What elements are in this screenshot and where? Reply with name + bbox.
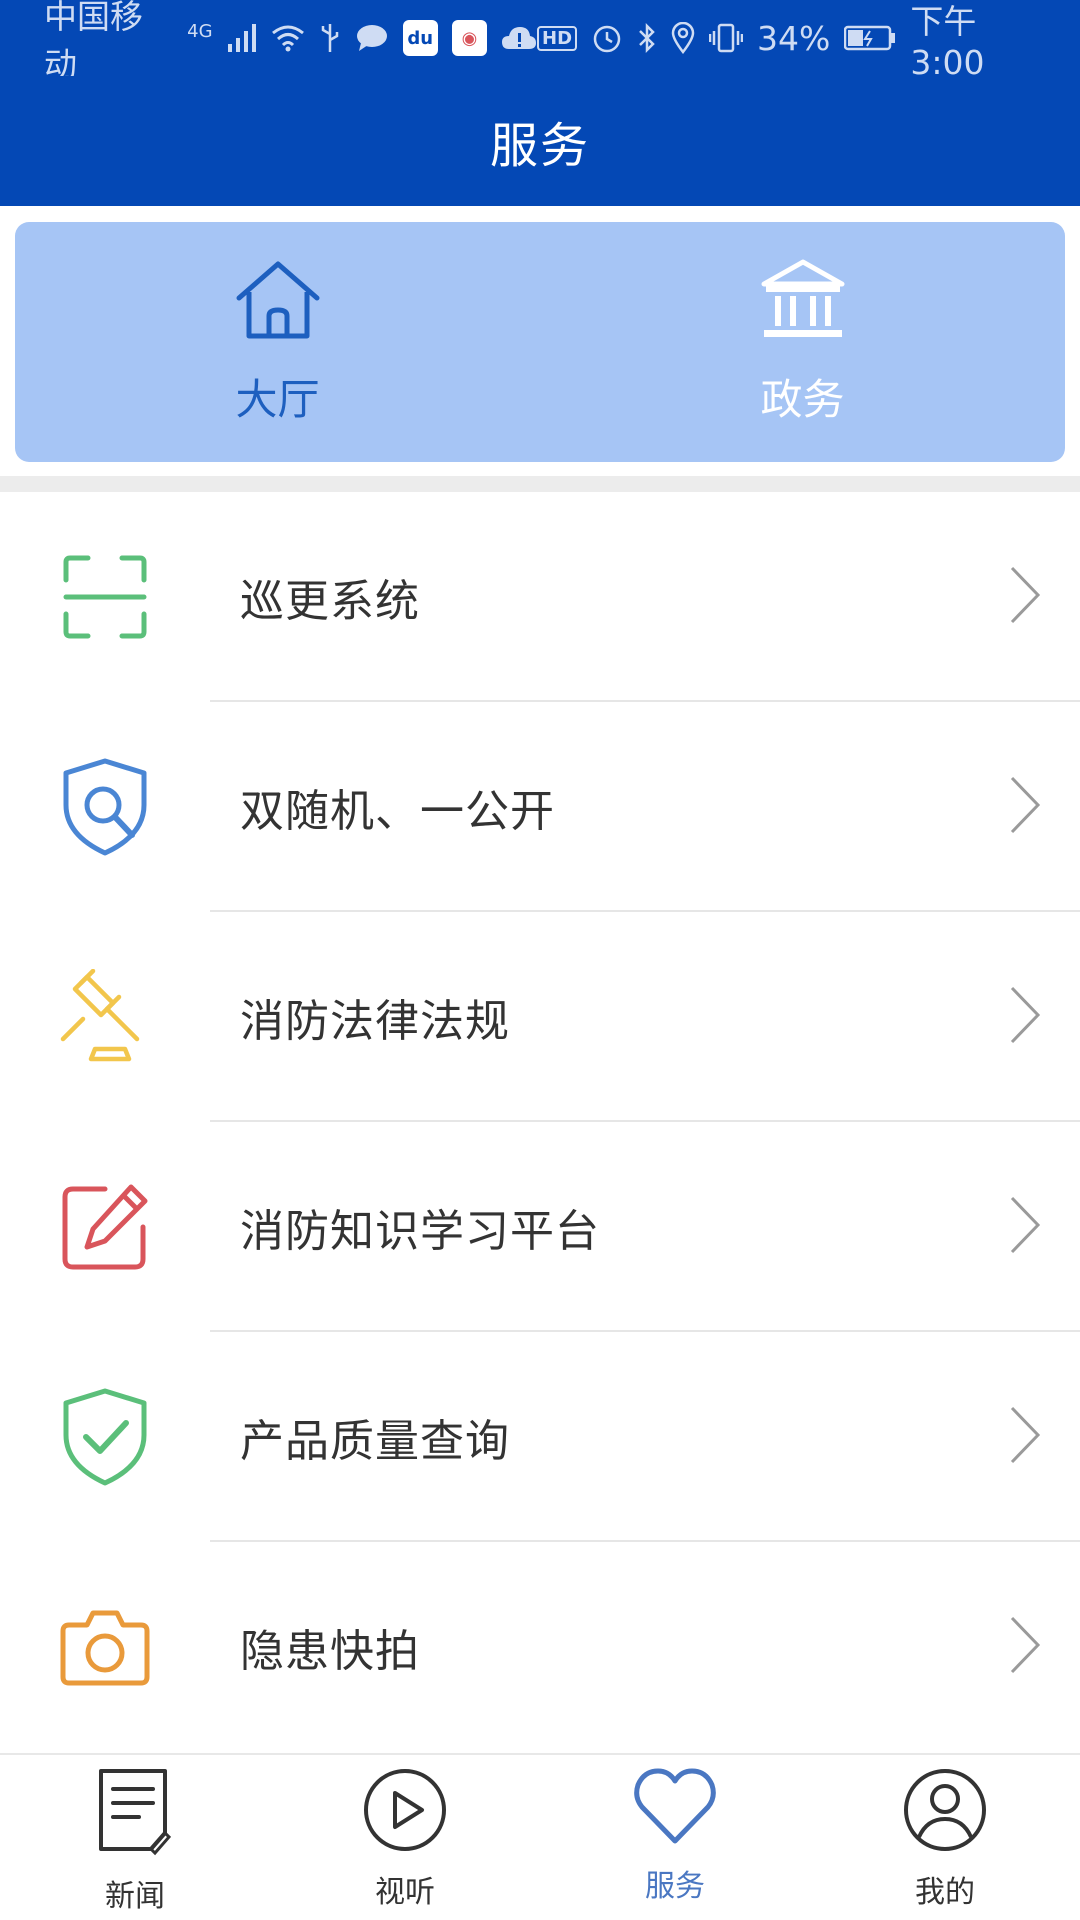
hd-badge: HD [537,25,578,51]
carrier-name: 中国移动 [44,0,143,84]
network-type: 4G [187,20,213,42]
tab-mine-label: 我的 [915,1875,975,1910]
location-icon [671,22,695,54]
cloud-icon [501,25,537,51]
tab-av[interactable]: 视听 [270,1755,540,1920]
menu-item-fire-learning[interactable]: 消防知识学习平台 [0,1122,1080,1332]
map-icon: ◉ [451,20,488,56]
profile-icon [902,1767,988,1861]
section-divider [0,476,1080,492]
wifi-icon [271,24,305,52]
gavel-icon [55,967,155,1067]
bottom-tab-bar: 新闻 视听 服务 我的 [0,1753,1080,1920]
chevron-right-icon [1008,564,1042,630]
menu-item-label: 消防法律法规 [240,996,510,1047]
edit-pencil-icon [55,1177,155,1277]
bluetooth-icon [637,22,657,54]
signal-icon [227,24,257,52]
menu-item-label: 双随机、一公开 [240,786,555,837]
segment-government[interactable]: 政务 [540,222,1065,462]
tab-service-label: 服务 [645,1869,705,1904]
menu-item-product-quality[interactable]: 产品质量查询 [0,1332,1080,1542]
clock-time: 下午3:00 [910,1,985,82]
scan-frame-icon [55,547,155,647]
government-building-icon [758,258,848,352]
chevron-right-icon [1008,774,1042,840]
menu-item-label: 产品质量查询 [240,1416,510,1467]
tab-news-label: 新闻 [105,1879,165,1914]
menu-item-double-random[interactable]: 双随机、一公开 [0,702,1080,912]
segment-government-label: 政务 [760,374,845,424]
battery-percent: 34% [757,18,831,58]
segment-card: 大厅 政务 [15,222,1065,462]
menu-item-label: 巡更系统 [240,576,420,627]
chevron-right-icon [1008,1194,1042,1260]
heart-icon [632,1767,718,1855]
page-title: 服务 [489,118,590,174]
tab-mine[interactable]: 我的 [810,1755,1080,1920]
menu-item-label: 隐患快拍 [240,1626,420,1677]
shield-check-icon [55,1387,155,1487]
tab-news[interactable]: 新闻 [0,1755,270,1920]
camera-icon [55,1597,155,1697]
service-list: 巡更系统 双随机、一公开 消防法律法规 消防知识学习平台 产品质量查询 隐患快拍 [0,492,1080,1752]
tab-av-label: 视听 [375,1875,435,1910]
shield-search-icon [55,757,155,857]
header-bar: 服务 [0,76,1080,206]
usb-icon [319,22,341,54]
tab-service[interactable]: 服务 [540,1755,810,1920]
home-icon [233,258,323,352]
alarm-icon [591,22,623,54]
chevron-right-icon [1008,1614,1042,1680]
chevron-right-icon [1008,984,1042,1050]
menu-item-hazard-snapshot[interactable]: 隐患快拍 [0,1542,1080,1752]
menu-item-label: 消防知识学习平台 [240,1206,600,1257]
baidu-icon: du [402,20,438,56]
play-icon [362,1767,448,1861]
segment-hall[interactable]: 大厅 [15,222,540,462]
menu-item-patrol-system[interactable]: 巡更系统 [0,492,1080,702]
vibrate-icon [709,22,744,54]
message-icon [355,23,389,53]
segment-hall-label: 大厅 [235,374,320,424]
battery-icon [844,25,896,51]
news-icon [95,1767,175,1865]
status-bar: 中国移动 4G du ◉ HD 34% 下午3:00 [0,0,1080,84]
chevron-right-icon [1008,1404,1042,1470]
menu-item-fire-laws[interactable]: 消防法律法规 [0,912,1080,1122]
